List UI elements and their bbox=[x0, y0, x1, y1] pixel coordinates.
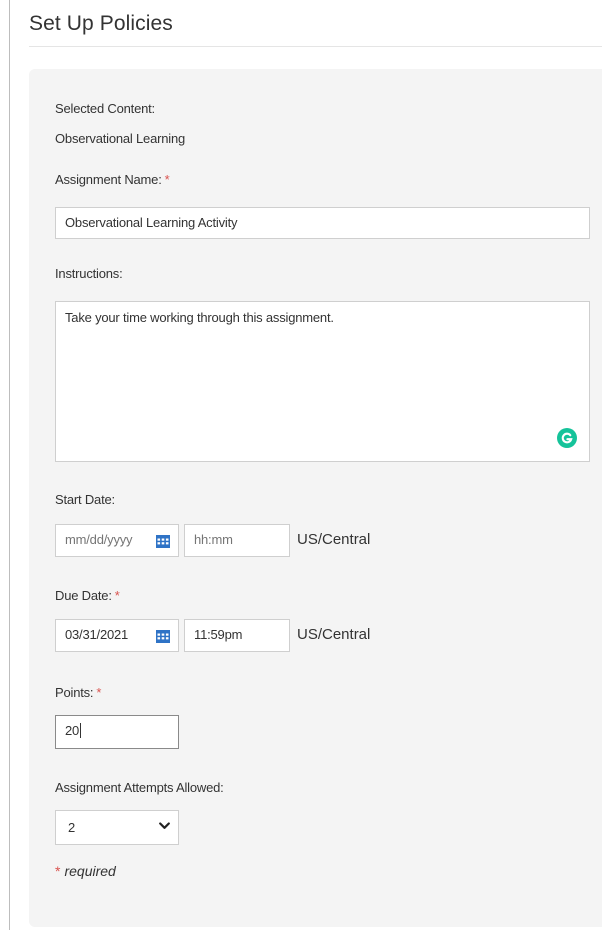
policies-panel: Selected Content: Observational Learning… bbox=[29, 69, 602, 927]
required-note: * required bbox=[55, 863, 116, 879]
required-marker: * bbox=[114, 588, 120, 603]
due-timezone-label: US/Central bbox=[297, 626, 371, 643]
assignment-name-label: Assignment Name: * bbox=[55, 172, 170, 187]
required-note-text: required bbox=[64, 863, 116, 879]
selected-content-label: Selected Content: bbox=[55, 101, 155, 116]
assignment-name-input[interactable]: Observational Learning Activity bbox=[55, 207, 590, 239]
points-input[interactable]: 20 bbox=[55, 715, 179, 749]
points-label-text: Points: bbox=[55, 685, 94, 700]
start-time-input[interactable]: hh:mm bbox=[184, 524, 290, 557]
due-date-label: Due Date: * bbox=[55, 588, 120, 603]
attempts-select[interactable]: 2 bbox=[55, 810, 179, 845]
start-date-placeholder: mm/dd/yyyy bbox=[65, 532, 133, 547]
calendar-icon[interactable] bbox=[156, 535, 170, 548]
text-cursor bbox=[80, 723, 82, 738]
instructions-value: Take your time working through this assi… bbox=[65, 310, 334, 325]
points-value: 20 bbox=[65, 723, 80, 738]
attempts-selected-value: 2 bbox=[68, 820, 76, 835]
due-date-value: 03/31/2021 bbox=[65, 627, 129, 642]
start-date-label: Start Date: bbox=[55, 492, 115, 507]
required-marker: * bbox=[96, 685, 102, 700]
due-time-input[interactable]: 11:59pm bbox=[184, 619, 290, 652]
page-title: Set Up Policies bbox=[29, 12, 173, 35]
instructions-label: Instructions: bbox=[55, 266, 123, 281]
due-date-input[interactable]: 03/31/2021 bbox=[55, 619, 179, 652]
window-left-border bbox=[9, 0, 10, 930]
points-label: Points: * bbox=[55, 685, 101, 700]
calendar-icon[interactable] bbox=[156, 630, 170, 643]
start-time-placeholder: hh:mm bbox=[194, 532, 233, 547]
assignment-name-value: Observational Learning Activity bbox=[65, 215, 238, 230]
instructions-textarea[interactable]: Take your time working through this assi… bbox=[55, 301, 590, 462]
start-date-input[interactable]: mm/dd/yyyy bbox=[55, 524, 179, 557]
title-divider bbox=[29, 46, 602, 47]
assignment-name-label-text: Assignment Name: bbox=[55, 172, 162, 187]
attempts-label: Assignment Attempts Allowed: bbox=[55, 780, 224, 795]
required-marker: * bbox=[164, 172, 170, 187]
grammarly-icon[interactable] bbox=[557, 428, 577, 448]
required-marker: * bbox=[55, 863, 61, 879]
start-timezone-label: US/Central bbox=[297, 531, 371, 548]
due-time-value: 11:59pm bbox=[194, 627, 243, 642]
selected-content-value: Observational Learning bbox=[55, 131, 186, 146]
chevron-down-icon bbox=[159, 822, 170, 829]
due-date-label-text: Due Date: bbox=[55, 588, 112, 603]
grammarly-glyph bbox=[561, 432, 573, 444]
